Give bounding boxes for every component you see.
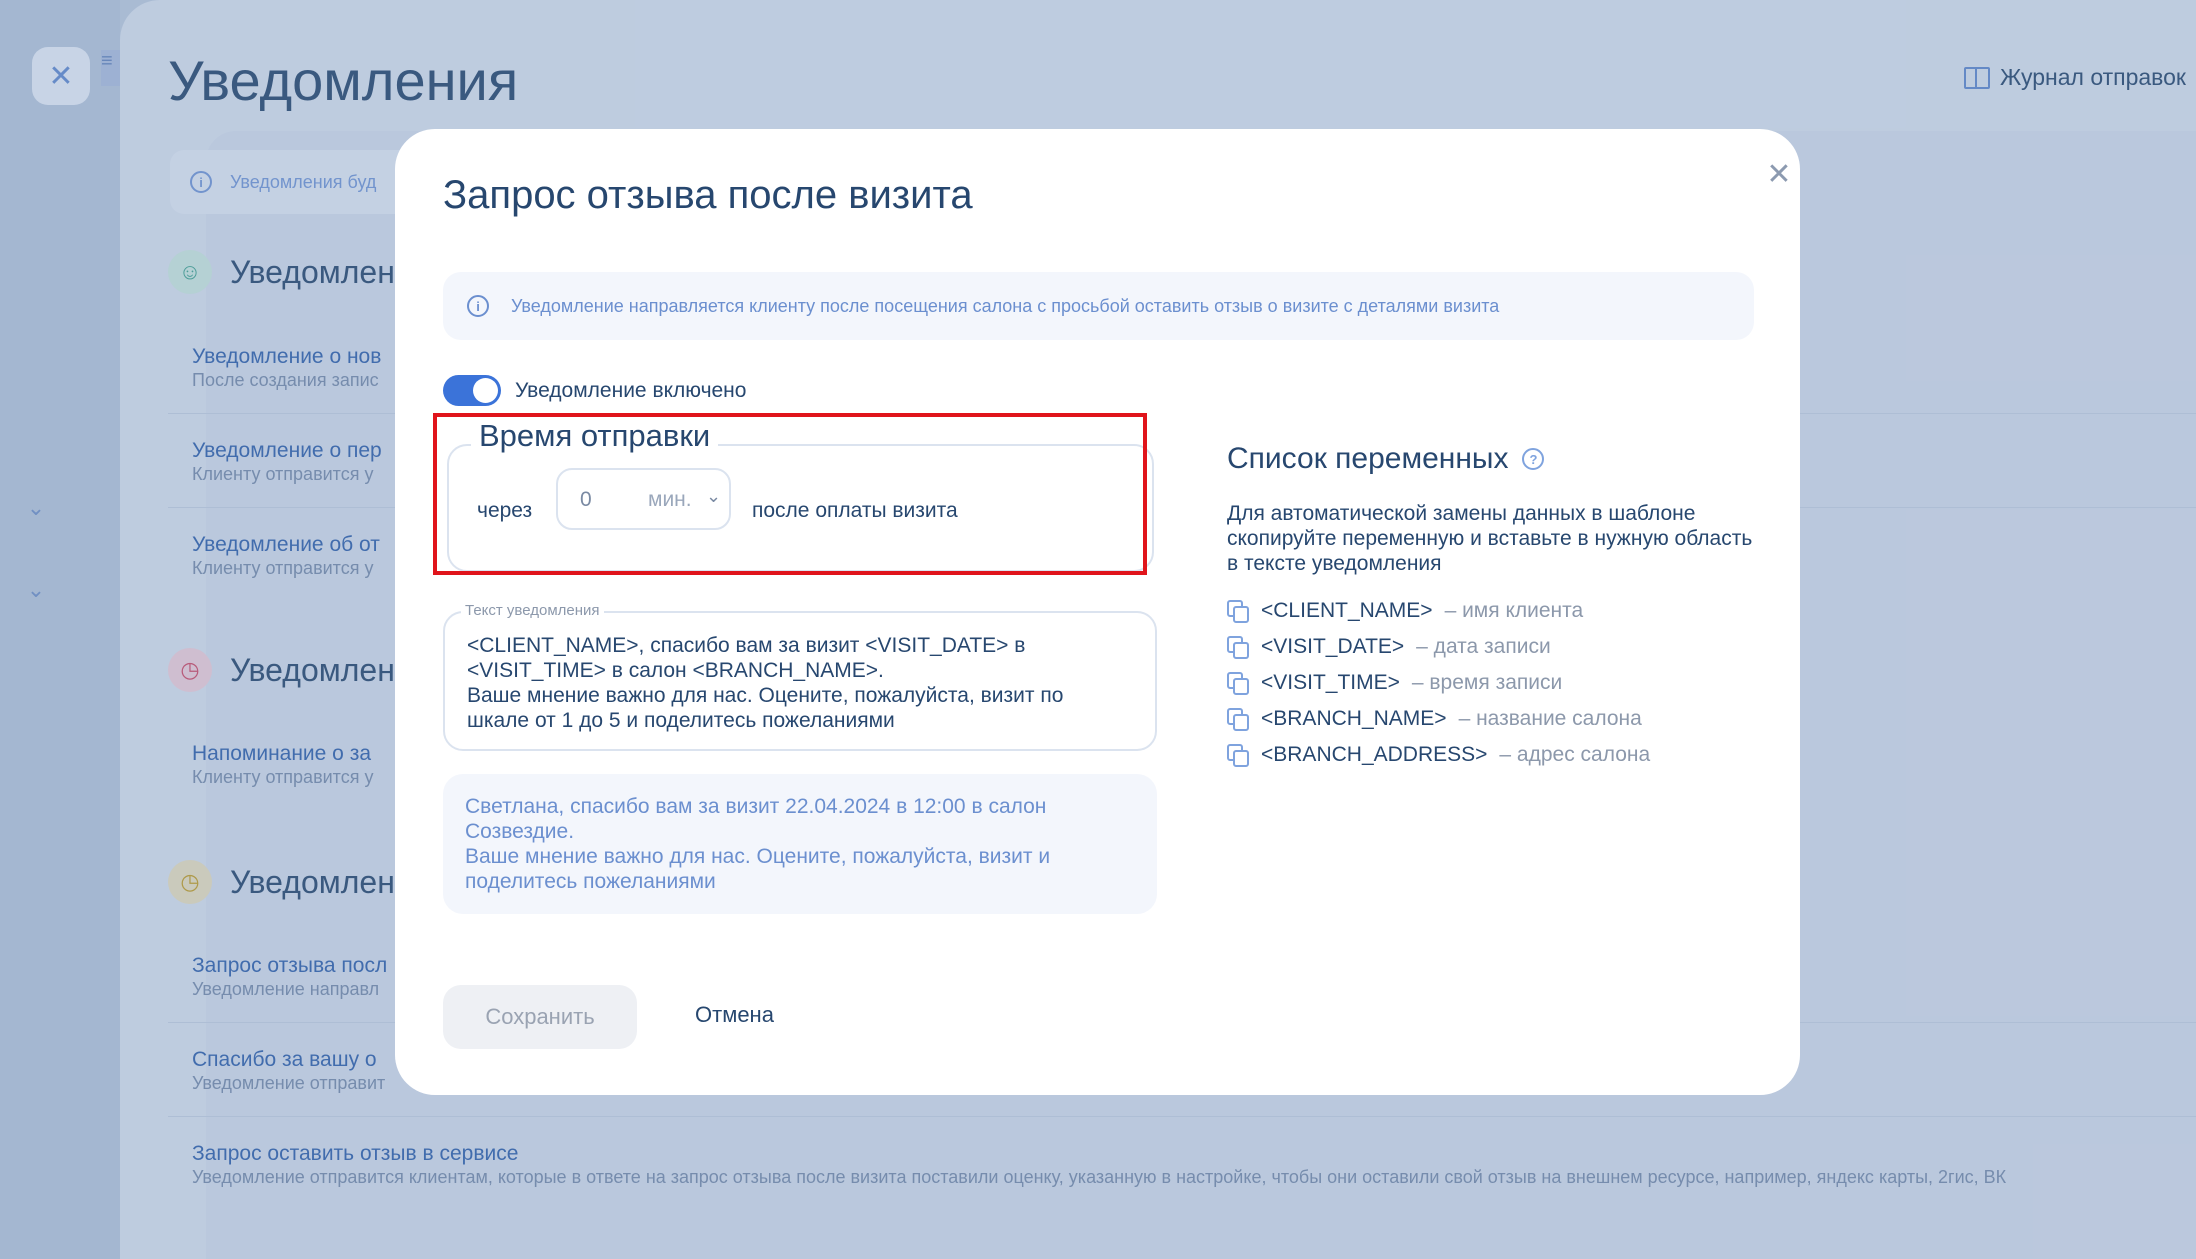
notification-preview: Светлана, спасибо вам за визит 22.04.202…	[443, 774, 1157, 914]
notification-text-label: Текст уведомления	[461, 602, 604, 619]
variable-item[interactable]: <BRANCH_ADDRESS> – адрес салона	[1227, 743, 1650, 767]
notification-settings-modal: ✕ Запрос отзыва после визита i Уведомлен…	[395, 129, 1800, 1095]
notification-toggle-row: Уведомление включено	[443, 375, 746, 406]
notification-toggle[interactable]	[443, 375, 501, 406]
variable-desc: – время записи	[1411, 671, 1563, 694]
variable-item[interactable]: <VISIT_DATE> – дата записи	[1227, 635, 1551, 659]
notification-text-value[interactable]: <CLIENT_NAME>, спасибо вам за визит <VIS…	[467, 633, 1147, 733]
variable-name[interactable]: <BRANCH_ADDRESS>	[1261, 743, 1487, 767]
variable-desc: – дата записи	[1416, 635, 1551, 658]
help-icon[interactable]: ?	[1522, 448, 1545, 470]
highlight-frame	[433, 413, 1147, 575]
variables-title-text: Список переменных	[1227, 442, 1509, 475]
preview-text: Светлана, спасибо вам за визит 22.04.202…	[465, 795, 1051, 893]
info-text: Уведомление направляется клиенту после п…	[511, 295, 1500, 316]
cancel-button[interactable]: Отмена	[695, 1002, 774, 1028]
copy-icon[interactable]	[1227, 600, 1249, 623]
variable-name[interactable]: <VISIT_TIME>	[1261, 671, 1400, 695]
copy-icon[interactable]	[1227, 708, 1249, 731]
variable-name[interactable]: <VISIT_DATE>	[1261, 635, 1404, 659]
variable-item[interactable]: <BRANCH_NAME> – название салона	[1227, 707, 1642, 731]
variable-name[interactable]: <BRANCH_NAME>	[1261, 707, 1447, 731]
variable-desc: – адрес салона	[1499, 743, 1651, 766]
save-button[interactable]: Сохранить	[443, 985, 637, 1049]
copy-icon[interactable]	[1227, 672, 1249, 695]
copy-icon[interactable]	[1227, 744, 1249, 767]
variables-title: Список переменных ?	[1227, 442, 1545, 476]
modal-title: Запрос отзыва после визита	[443, 173, 973, 217]
variable-item[interactable]: <CLIENT_NAME> – имя клиента	[1227, 599, 1583, 623]
variable-desc: – название салона	[1458, 707, 1642, 730]
info-icon: i	[467, 295, 489, 317]
variable-name[interactable]: <CLIENT_NAME>	[1261, 599, 1433, 623]
variable-desc: – имя клиента	[1444, 599, 1584, 622]
toggle-label: Уведомление включено	[515, 378, 747, 402]
info-banner: i Уведомление направляется клиенту после…	[443, 272, 1754, 340]
close-icon[interactable]: ✕	[1755, 150, 1803, 198]
variable-item[interactable]: <VISIT_TIME> – время записи	[1227, 671, 1562, 695]
copy-icon[interactable]	[1227, 636, 1249, 659]
notification-text-field[interactable]: Текст уведомления <CLIENT_NAME>, спасибо…	[443, 602, 1157, 751]
variables-description: Для автоматической замены данных в шабло…	[1227, 502, 1753, 575]
